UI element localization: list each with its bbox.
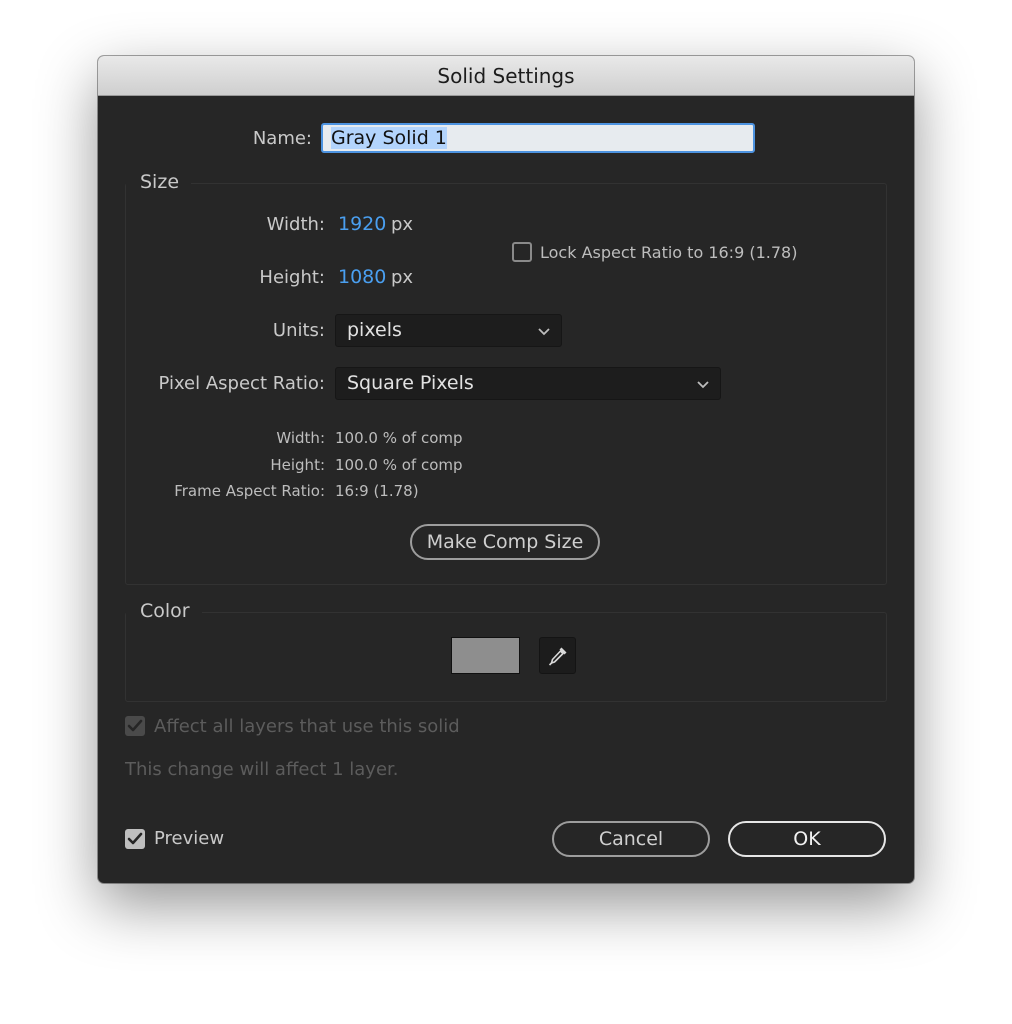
color-group-title: Color <box>126 600 202 622</box>
checkmark-icon <box>127 719 143 732</box>
width-unit: px <box>391 214 414 235</box>
lock-aspect-label[interactable]: Lock Aspect Ratio to 16:9 (1.78) <box>540 243 797 262</box>
info-width-value: 100.0 % of comp <box>335 429 463 447</box>
width-value[interactable]: 1920 <box>338 213 386 235</box>
preview-label[interactable]: Preview <box>154 828 224 849</box>
height-unit: px <box>391 267 414 288</box>
pixel-aspect-ratio-value: Square Pixels <box>347 372 474 394</box>
chevron-down-icon <box>538 328 550 336</box>
checkmark-icon <box>127 832 143 845</box>
info-width-label: Width: <box>276 429 325 447</box>
make-comp-size-button[interactable]: Make Comp Size <box>410 524 600 560</box>
info-height-label: Height: <box>270 456 325 474</box>
pixel-aspect-ratio-label: Pixel Aspect Ratio: <box>158 373 326 394</box>
ok-button[interactable]: OK <box>728 821 886 857</box>
cancel-button[interactable]: Cancel <box>552 821 710 857</box>
frame-aspect-ratio-value: 16:9 (1.78) <box>335 482 419 500</box>
dialog-title: Solid Settings <box>98 56 914 96</box>
size-group-title: Size <box>126 171 192 193</box>
frame-aspect-ratio-label: Frame Aspect Ratio: <box>174 482 325 500</box>
name-label: Name: <box>252 128 312 149</box>
affect-all-layers-label: Affect all layers that use this solid <box>154 716 460 737</box>
width-label: Width: <box>266 214 325 235</box>
height-label: Height: <box>259 267 325 288</box>
chevron-down-icon <box>697 381 709 389</box>
info-height-value: 100.0 % of comp <box>335 456 463 474</box>
units-select-value: pixels <box>347 319 402 341</box>
eyedropper-button[interactable] <box>539 637 576 674</box>
affect-all-layers-checkbox <box>125 716 145 736</box>
affect-note: This change will affect 1 layer. <box>125 759 399 780</box>
units-label: Units: <box>272 320 325 341</box>
pixel-aspect-ratio-select[interactable]: Square Pixels <box>335 367 721 400</box>
color-swatch[interactable] <box>451 637 520 674</box>
lock-aspect-checkbox[interactable] <box>512 242 532 262</box>
units-select[interactable]: pixels <box>335 314 562 347</box>
eyedropper-icon <box>548 647 567 666</box>
height-value[interactable]: 1080 <box>338 266 386 288</box>
name-input[interactable] <box>321 123 755 153</box>
preview-checkbox[interactable] <box>125 829 145 849</box>
solid-settings-dialog: Solid Settings Name: Size Width: 1920 px… <box>98 56 914 883</box>
